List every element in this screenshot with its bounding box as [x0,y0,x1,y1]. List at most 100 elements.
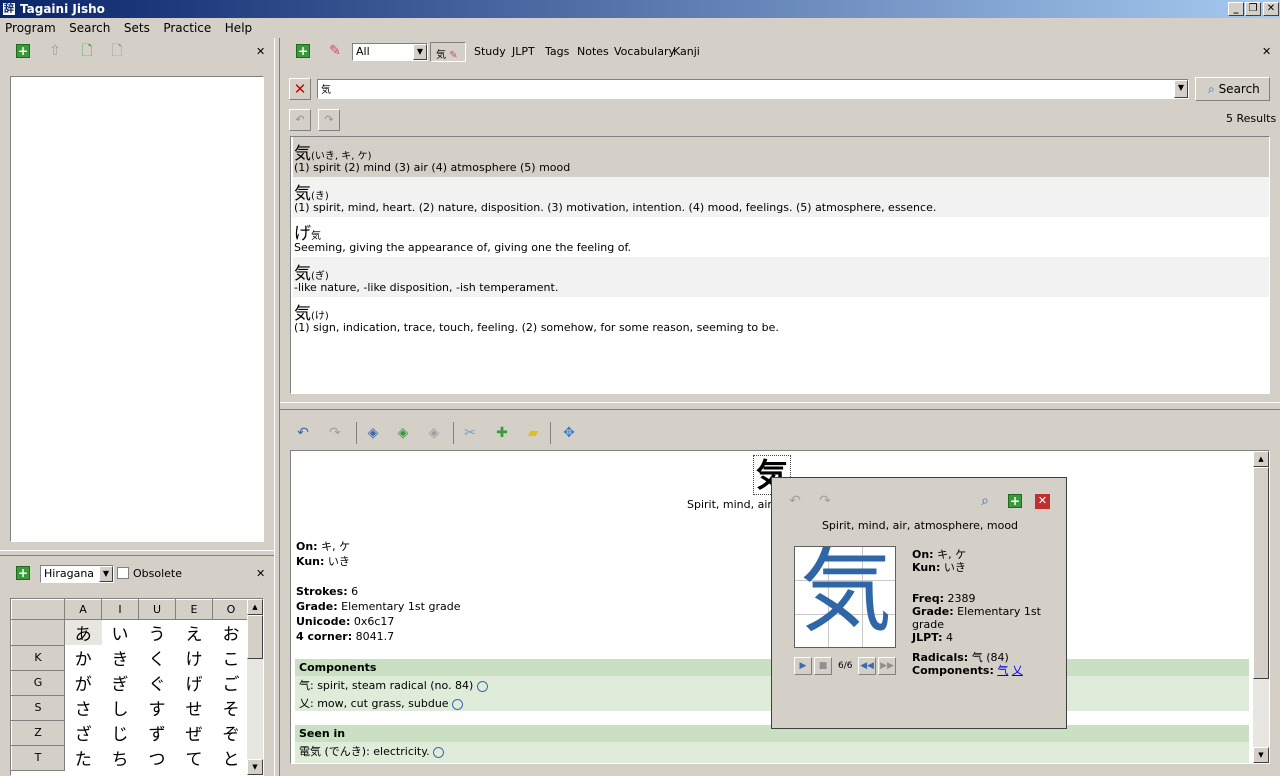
search-input[interactable]: 気 ▼ [317,79,1189,99]
kana-cell[interactable]: こ [213,645,250,670]
study-icon[interactable]: ◈ [362,422,384,444]
popup-forward-icon[interactable]: ↷ [814,490,836,512]
close-panel-icon[interactable]: ✕ [256,567,265,580]
menu-help[interactable]: Help [220,18,257,35]
column-header[interactable]: U [138,599,176,620]
kana-cell[interactable]: げ [176,670,213,695]
restore-button[interactable]: ❐ [1245,2,1261,16]
kana-cell[interactable]: じ [102,720,139,745]
stop-icon[interactable]: ■ [814,657,832,675]
tags-icon[interactable]: ✂ [459,422,481,444]
menu-program[interactable]: Program [0,18,61,35]
result-row[interactable]: 気(き) (1) spirit, mind, heart. (2) nature… [293,177,1269,217]
tab-jlpt[interactable]: JLPT [512,45,535,58]
zoom-icon[interactable]: ⌕ [974,490,996,512]
kana-cell[interactable]: う [139,620,176,645]
kana-cell[interactable]: ち [102,745,139,770]
new-document-icon[interactable]: 🗋 [76,40,98,62]
active-filter-tag[interactable]: 気 ✎ [430,42,466,62]
kana-cell[interactable]: お [213,620,250,645]
move-up-icon[interactable]: ⇧ [44,40,66,62]
kana-cell[interactable]: ぎ [102,670,139,695]
kana-cell[interactable]: ぜ [176,720,213,745]
eraser-icon[interactable]: ✎ [324,40,346,62]
tab-notes[interactable]: Notes [577,45,609,58]
row-header[interactable]: S [11,694,65,721]
add-set-button[interactable]: + [12,40,34,62]
component-link[interactable]: 乂 [1012,664,1023,677]
result-row[interactable]: 気(いき, キ, ケ) (1) spirit (2) mind (3) air … [293,137,1269,177]
back-icon[interactable]: ↶ [292,422,314,444]
document-icon[interactable]: 🗋 [106,40,128,62]
tab-study[interactable]: Study [474,45,506,58]
close-panel-icon[interactable]: ✕ [256,45,265,58]
kana-cell[interactable]: し [102,695,139,720]
row-header[interactable]: T [11,744,65,771]
row-header[interactable] [11,619,65,646]
right-splitter[interactable] [280,402,1280,410]
tab-vocabulary[interactable]: Vocabulary [614,45,675,58]
component-link[interactable]: 气 [997,664,1008,677]
add-tag-icon[interactable]: ✚ [491,422,513,444]
filter-select[interactable]: All ▼ [352,43,428,61]
kana-cell[interactable]: き [102,645,139,670]
scroll-up-icon[interactable]: ▲ [247,599,263,615]
forward-icon[interactable]: ↷ [324,422,346,444]
trained-icon[interactable]: ◈ [392,422,414,444]
popup-back-icon[interactable]: ↶ [784,490,806,512]
menu-sets[interactable]: Sets [119,18,155,35]
column-header[interactable]: A [64,599,102,620]
kana-cell[interactable]: す [139,695,176,720]
next-stroke-icon[interactable]: ▶▶ [878,657,896,675]
scroll-down-icon[interactable]: ▼ [247,759,263,775]
row-header[interactable]: K [11,644,65,671]
kana-cell[interactable]: け [176,645,213,670]
zoom-icon[interactable] [452,698,464,710]
zoom-icon[interactable] [433,746,445,758]
kana-scrollbar[interactable]: ▲ ▼ [247,599,263,775]
column-header[interactable]: I [101,599,139,620]
column-header[interactable]: O [212,599,250,620]
kana-cell[interactable]: あ [64,619,102,645]
move-icon[interactable]: ✥ [558,422,580,444]
note-icon[interactable]: ▰ [522,422,544,444]
add-filter-button[interactable]: + [292,40,314,62]
kana-cell[interactable]: ぐ [139,670,176,695]
forward-button[interactable]: ↷ [318,109,340,131]
kana-mode-select[interactable]: Hiragana ▼ [40,565,114,583]
popup-close-button[interactable]: ✕ [1035,494,1050,509]
kana-cell[interactable]: ぞ [213,720,250,745]
tab-tags[interactable]: Tags [545,45,569,58]
close-window-button[interactable]: ✕ [1263,2,1279,16]
back-button[interactable]: ↶ [289,109,311,131]
kana-cell[interactable]: が [65,670,102,695]
row-header[interactable]: Z [11,719,65,746]
kana-cell[interactable]: え [176,620,213,645]
scroll-up-icon[interactable]: ▲ [1253,451,1269,467]
tab-kanji[interactable]: Kanji [673,45,700,58]
menu-practice[interactable]: Practice [158,18,216,35]
kana-cell[interactable]: ず [139,720,176,745]
kana-cell[interactable]: て [176,745,213,770]
kana-cell[interactable]: そ [213,695,250,720]
close-panel-icon[interactable]: ✕ [1262,45,1271,58]
kana-cell[interactable]: さ [65,695,102,720]
sets-tree[interactable] [10,76,264,542]
minimize-button[interactable]: _ [1228,2,1244,16]
kana-cell[interactable]: た [65,745,102,770]
menu-search[interactable]: Search [64,18,115,35]
kana-cell[interactable]: ご [213,670,250,695]
result-row[interactable]: 気(ぎ) -like nature, -like disposition, -i… [293,257,1269,297]
kana-cell[interactable]: い [102,620,139,645]
kana-cell[interactable]: く [139,645,176,670]
kana-cell[interactable]: せ [176,695,213,720]
result-row[interactable]: げ気 Seeming, giving the appearance of, gi… [293,217,1269,257]
kana-cell[interactable]: つ [139,745,176,770]
previous-stroke-icon[interactable]: ◀◀ [858,657,876,675]
untrain-icon[interactable]: ◈ [423,422,445,444]
kana-cell[interactable]: か [65,645,102,670]
play-icon[interactable]: ▶ [794,657,812,675]
kana-cell[interactable]: ざ [65,720,102,745]
obsolete-checkbox[interactable] [117,567,129,579]
add-kana-button[interactable]: + [12,562,34,584]
